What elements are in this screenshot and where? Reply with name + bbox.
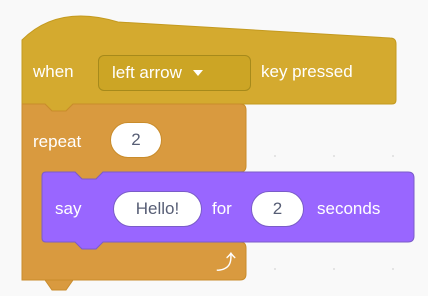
repeat-count-input[interactable]: 2 [110,122,162,158]
chevron-down-icon [192,70,203,76]
key-select-dropdown[interactable]: left arrow [98,55,251,91]
say-seconds-value: 2 [272,199,283,218]
say-label: say [55,199,82,218]
repeat-count-value: 2 [131,130,141,149]
say-seconds-input[interactable]: 2 [251,191,304,227]
key-pressed-label: key pressed [261,62,353,81]
say-message-input[interactable]: Hello! [113,191,202,227]
key-select-value: left arrow [112,63,182,82]
say-message-value: Hello! [135,199,180,218]
loop-arrow-icon: ⤴ [216,250,236,274]
repeat-label: repeat [33,132,82,151]
seconds-label: seconds [317,199,381,218]
when-label: when [33,62,74,81]
for-label: for [212,199,232,218]
